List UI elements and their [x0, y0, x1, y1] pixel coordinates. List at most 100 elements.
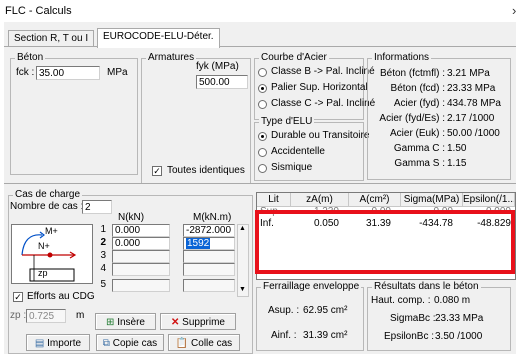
- fck-unit: MPa: [107, 67, 128, 78]
- cas-row: 1 0.000 -2872.000: [96, 224, 256, 237]
- info-label: Gamma C :: [393, 143, 445, 154]
- asup-value: 62.95 cm²: [303, 305, 348, 316]
- col-m-header: M(kN.m): [193, 212, 232, 223]
- fyk-label: fyk (MPa): [196, 61, 239, 72]
- info-row: Béton (fctmfl) :3.21 MPa: [370, 68, 508, 83]
- copie-cas-button[interactable]: ⧉ Copie cas: [96, 334, 164, 351]
- col-n-header: N(kN): [118, 212, 145, 223]
- cas-m-input[interactable]: [183, 263, 235, 276]
- cas-m-input[interactable]: [183, 250, 235, 263]
- toutes-identiques-checkbox[interactable]: ✓: [152, 166, 162, 176]
- info-value: 3.21 MPa: [447, 68, 490, 79]
- elu-option-durable[interactable]: [258, 132, 267, 141]
- cas-n-input[interactable]: 0.000: [112, 224, 170, 237]
- elu-option-accidentelle[interactable]: [258, 148, 267, 157]
- cas-n-input[interactable]: [112, 263, 170, 276]
- resultats-beton-label: Résultats dans le béton: [372, 281, 481, 292]
- info-label: Acier (fyd) :: [393, 98, 445, 109]
- informations-label: Informations: [372, 52, 432, 63]
- info-label: Acier (fyd/Es) :: [379, 113, 445, 124]
- cas-n-input[interactable]: 0.000: [112, 237, 170, 250]
- info-label: Acier (Euk) :: [389, 128, 445, 139]
- tab-divider: [4, 46, 516, 47]
- ainf-label: Ainf. :: [271, 330, 297, 341]
- cas-m-selected-text: 1592: [186, 238, 211, 249]
- info-value: 434.78 MPa: [447, 98, 501, 109]
- insert-icon: ⊞: [106, 317, 115, 328]
- results-header-a: A(cm²): [349, 193, 401, 207]
- informations-list: Béton (fctmfl) :3.21 MPa Béton (fcd) :23…: [370, 68, 508, 173]
- ainf-value: 31.39 cm²: [303, 330, 348, 341]
- info-value: 23.33 MPa: [447, 83, 496, 94]
- window-title: FLC - Calculs: [5, 5, 72, 17]
- courbe-acier-label: Courbe d'Acier: [259, 52, 329, 63]
- cas-charge-label: Cas de charge: [13, 189, 83, 200]
- scroll-down-icon[interactable]: ▼: [239, 286, 246, 293]
- info-row: Gamma C :1.50: [370, 143, 508, 158]
- tab-section[interactable]: Section R, T ou I: [8, 30, 95, 47]
- cas-m-input[interactable]: [183, 279, 235, 292]
- cas-row-num: 2: [100, 237, 106, 248]
- info-row: Acier (fyd/Es) :2.17 /1000: [370, 113, 508, 128]
- courbe-option-palier[interactable]: [258, 84, 267, 93]
- results-header-za: zA(m): [291, 193, 349, 207]
- cas-n-input[interactable]: [112, 250, 170, 263]
- efforts-cdg-label: Efforts au CDG: [27, 291, 95, 302]
- haut-comp-value: 0.080 m: [434, 295, 471, 306]
- info-row: Gamma S :1.15: [370, 158, 508, 173]
- supprime-button-label: Supprime: [182, 317, 225, 328]
- ferraillage-group: [256, 287, 364, 351]
- copie-cas-button-label: Copie cas: [112, 338, 158, 349]
- cdg-point-icon: [47, 252, 53, 258]
- courbe-option-classe-b[interactable]: [258, 68, 267, 77]
- cas-n-input[interactable]: [112, 279, 170, 292]
- sigma-bc-value: 23.33 MPa: [435, 313, 484, 324]
- cas-m-input[interactable]: -2872.000: [183, 224, 235, 237]
- courbe-option-label: Classe B -> Pal. Incliné: [271, 66, 375, 77]
- importe-button[interactable]: ▤ Importe: [26, 334, 90, 351]
- elu-option-sismique[interactable]: [258, 164, 267, 173]
- efforts-cdg-checkbox[interactable]: ✓: [13, 292, 23, 302]
- cas-row-num: 4: [100, 263, 106, 274]
- close-icon[interactable]: ›: [512, 3, 516, 18]
- toutes-identiques-label: Toutes identiques: [167, 165, 245, 176]
- section-diagram: M+ N+ zp: [11, 224, 93, 284]
- cas-row: 3: [96, 250, 256, 263]
- fck-input[interactable]: 35.00: [36, 66, 100, 80]
- diagram-m-label: M+: [45, 226, 58, 236]
- cas-grid-scrollbar[interactable]: ▲ ▼: [237, 224, 249, 297]
- zp-label: zp :: [10, 310, 27, 321]
- zp-input[interactable]: 0.725: [26, 309, 66, 323]
- cas-grid: 1 0.000 -2872.000 2 0.000 1592 3 4 5: [96, 224, 256, 292]
- fyk-input[interactable]: 500.00: [196, 75, 248, 89]
- insere-button-label: Insère: [117, 317, 145, 328]
- epsilon-bc-label: EpsilonBc :: [384, 331, 435, 342]
- fck-label: fck :: [16, 67, 35, 78]
- scroll-up-icon[interactable]: ▲: [239, 225, 246, 232]
- nombre-cas-input[interactable]: 2: [82, 200, 112, 214]
- haut-comp-label: Haut. comp. :: [371, 295, 431, 306]
- courbe-option-classe-c[interactable]: [258, 100, 267, 109]
- results-header-lit: Lit: [257, 193, 291, 207]
- elu-option-label: Durable ou Transitoire: [271, 130, 370, 141]
- info-value: 1.15: [447, 158, 467, 169]
- info-value: 50.00 /1000: [447, 128, 500, 139]
- title-bar: FLC - Calculs ›: [0, 0, 524, 22]
- delete-icon: ✕: [171, 317, 180, 328]
- insere-button[interactable]: ⊞ Insère: [95, 313, 156, 330]
- sigma-bc-label: SigmaBc :: [390, 313, 436, 324]
- courbe-option-label: Palier Sup. Horizontal: [271, 82, 368, 93]
- info-value: 2.17 /1000: [447, 113, 495, 124]
- cas-row: 2 0.000 1592: [96, 237, 256, 250]
- nombre-cas-label: Nombre de cas :: [10, 201, 84, 212]
- ferraillage-label: Ferraillage enveloppe: [261, 281, 362, 292]
- colle-cas-button-label: Colle cas: [191, 338, 233, 349]
- import-icon: ▤: [34, 338, 45, 349]
- cas-m-input[interactable]: 1592: [183, 237, 235, 250]
- paste-icon: 📋: [175, 338, 189, 349]
- copy-icon: ⧉: [102, 338, 110, 349]
- colle-cas-button[interactable]: 📋 Colle cas: [168, 334, 240, 351]
- supprime-button[interactable]: ✕ Supprime: [160, 313, 236, 330]
- tab-eurocode-elu[interactable]: EUROCODE-ELU-Déter.: [97, 28, 220, 48]
- elu-option-label: Sismique: [271, 162, 313, 173]
